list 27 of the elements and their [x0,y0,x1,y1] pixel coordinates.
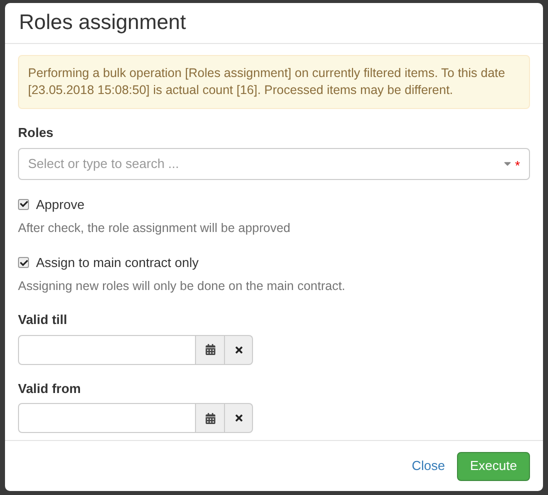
help-text: Assigning new roles will only be done on the main contract. [18,278,346,296]
calendar-button[interactable] [196,403,225,433]
close-icon [234,413,244,423]
check-icon [20,258,28,266]
roles-select[interactable]: Select or type to search ... * [18,148,530,180]
warning-alert: Performing a bulk operation [Roles assignment] on currently filtered items. To this date [23.05.2018 15:08:50] is actual count [16]. Processed items may be different. [18,55,530,109]
checkbox-label: Assign to main contract only [36,254,199,272]
required-mark: * [514,156,520,175]
clear-button[interactable] [225,334,253,364]
check-icon [20,200,28,208]
field-label: Roles [18,124,54,142]
calendar-icon [204,412,216,424]
field-label: Valid till [18,311,68,329]
clear-button[interactable] [225,403,253,433]
checkbox[interactable] [18,198,29,210]
close-icon [234,344,244,354]
dialog-title: Roles assignment [19,10,186,36]
calendar-button[interactable] [196,334,225,364]
execute-button[interactable]: Execute [457,452,530,480]
field-label: Valid from [18,380,81,398]
help-text: After check, the role assignment will be approved [18,220,290,237]
date-field[interactable] [18,334,196,364]
close-link[interactable]: Close [412,456,446,476]
date-field[interactable] [18,403,196,433]
calendar-icon [204,344,216,355]
checkbox-label: Approve [36,196,84,214]
checkbox[interactable] [18,257,29,268]
